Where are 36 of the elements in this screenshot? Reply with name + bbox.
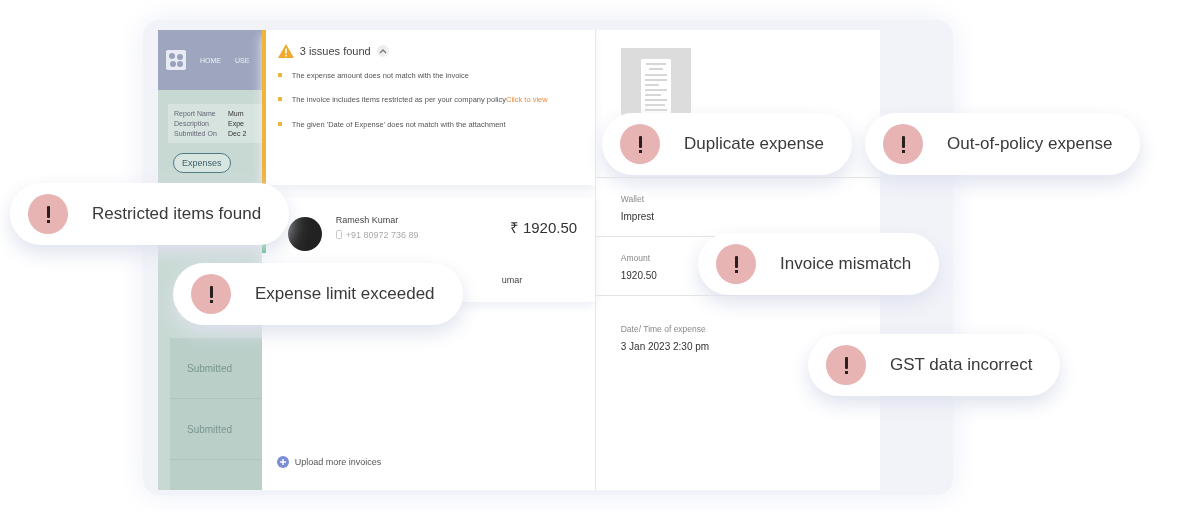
chevron-icon (378, 48, 387, 54)
upload-link[interactable]: Upload more invoices (294, 457, 382, 467)
exclamation-icon (28, 194, 68, 234)
exclamation-icon (620, 124, 660, 164)
status-text: Submitted (187, 362, 233, 374)
alert-text: GST data incorrect (890, 355, 1033, 375)
exclamation-icon (883, 124, 923, 164)
alert-text: Out-of-policy expense (947, 134, 1113, 154)
claimant-name: Ramesh Kumar (335, 214, 400, 225)
field-label: Wallet (620, 194, 646, 204)
logo-icon (166, 50, 186, 70)
avatar-circle (287, 217, 322, 251)
phone-number: +91 80972 736 89 (345, 229, 419, 240)
field-value: Imprest (620, 211, 656, 222)
plus-icon (276, 456, 289, 468)
phone-icon (335, 230, 342, 239)
exclamation-icon (191, 274, 231, 314)
collapse-button[interactable] (376, 45, 389, 57)
alert-text: Restricted items found (92, 204, 262, 224)
alert-text: Expense limit exceeded (255, 284, 435, 304)
alert-text: Invoice mismatch (780, 254, 912, 274)
alert-text: Duplicate expense (684, 134, 824, 154)
exclamation-icon (716, 244, 756, 284)
field-label: Date/ Time of expense (620, 324, 707, 334)
field-value: 3 Jan 2023 2:30 pm (620, 341, 711, 352)
field-value: 1920.50 (620, 270, 658, 281)
claimant-name: umar (501, 274, 524, 285)
warning-icon (277, 44, 294, 58)
bullet-icon (277, 97, 282, 102)
tab[interactable]: Expenses (173, 153, 231, 173)
exclamation-icon (826, 345, 866, 385)
bullet-icon (277, 121, 282, 126)
issues-title: 3 issues found (299, 45, 371, 57)
status-text: Submitted (187, 423, 233, 435)
bullet-icon (277, 73, 282, 77)
claim-amount: ₹ 1920.50 (509, 218, 578, 237)
